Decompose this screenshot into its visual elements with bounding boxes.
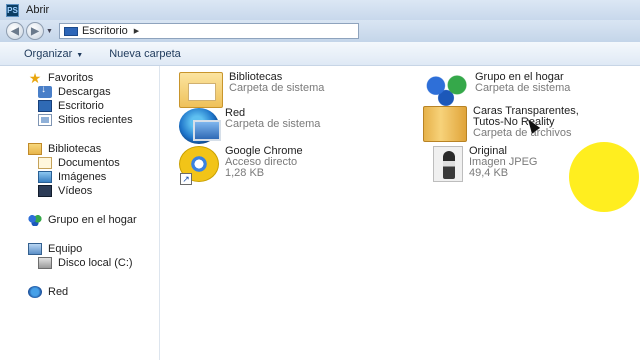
new-folder-button[interactable]: Nueva carpeta [103,45,187,63]
list-item[interactable]: Caras Transparentes, Tutos-No Reality Ca… [423,106,579,142]
item-type: Carpeta de sistema [225,118,321,130]
organize-label: Organizar [24,47,73,60]
library-icon [28,143,42,155]
chevron-down-icon: ▼ [76,51,84,59]
item-size: 49,4 KB [469,167,509,179]
documents-icon [38,157,52,169]
list-item[interactable]: Red Carpeta de sistema [179,108,320,144]
desktop-icon [38,100,52,112]
sidebar-item-label: Imágenes [58,171,107,183]
photoshop-icon: PS [6,3,19,17]
address-field[interactable]: Escritorio ▶ [58,23,359,39]
sidebar-item-label: Grupo en el hogar [48,214,137,226]
recent-pages-dropdown[interactable]: ▼ [46,28,53,35]
sidebar-item-label: Red [48,286,69,298]
sidebar-item-label: Descargas [58,86,111,98]
sidebar-item-favorites[interactable]: ★ Favoritos [28,70,94,86]
computer-icon [28,243,42,255]
list-item[interactable]: Original Imagen JPEG 49,4 KB [423,146,537,182]
sidebar-item-label: Escritorio [58,100,104,112]
chevron-right-icon[interactable]: ▶ [134,27,139,35]
forward-button[interactable]: ▶ [26,22,44,40]
desktop-folder-icon [63,26,78,36]
item-type: Carpeta de sistema [229,82,325,94]
star-icon: ★ [28,70,42,86]
sidebar-item-videos[interactable]: Vídeos [38,185,92,197]
window-title: Abrir [26,4,50,16]
item-type: Carpeta de sistema [475,82,571,94]
sidebar-item-label: Vídeos [58,185,93,197]
network-icon [179,108,221,144]
command-bar: Organizar ▼ Nueva carpeta [0,42,640,66]
list-item[interactable]: Grupo en el hogar Carpeta de sistema [423,72,570,108]
sidebar-item-label: Sitios recientes [58,114,133,126]
shortcut-arrow-icon: ↗ [180,173,192,185]
sidebar-item-label: Disco local (C:) [58,257,133,269]
sidebar-item-recent[interactable]: Sitios recientes [38,114,133,126]
back-button[interactable]: ◀ [6,22,24,40]
folder-icon [423,106,467,142]
homegroup-icon [423,72,469,108]
homegroup-icon [28,214,42,226]
hard-drive-icon [38,257,52,269]
title-bar: PS Abrir [0,0,640,20]
sidebar-item-computer[interactable]: Equipo [28,243,82,255]
sidebar-item-local-disk[interactable]: Disco local (C:) [38,257,133,269]
organize-button[interactable]: Organizar ▼ [18,45,89,63]
sidebar-item-network[interactable]: Red [28,286,68,298]
sidebar-item-desktop[interactable]: Escritorio [38,100,104,112]
network-icon [28,286,42,298]
sidebar-item-label: Bibliotecas [48,143,102,155]
sidebar-item-homegroup[interactable]: Grupo en el hogar [28,214,137,226]
sidebar-item-images[interactable]: Imágenes [38,171,106,183]
sidebar-item-label: Favoritos [48,72,94,84]
list-item[interactable]: ↗ Google Chrome Acceso directo 1,28 KB [179,146,303,185]
sidebar-item-documents[interactable]: Documentos [38,157,120,169]
file-list: Bibliotecas Carpeta de sistema Grupo en … [161,66,640,360]
item-type: Carpeta de archivos [473,127,572,139]
recent-places-icon [38,114,52,126]
downloads-icon [38,84,52,98]
cursor-highlight [569,142,639,212]
videos-icon [38,185,52,197]
chrome-icon: ↗ [179,146,219,185]
sidebar-item-label: Documentos [58,157,120,169]
address-bar: ◀ ▶ ▼ Escritorio ▶ [0,20,640,42]
address-location: Escritorio [81,25,128,37]
sidebar-item-downloads[interactable]: Descargas [38,84,111,98]
item-size: 1,28 KB [225,167,265,179]
sidebar-item-libraries[interactable]: Bibliotecas [28,143,101,155]
open-dialog: PS Abrir ◀ ▶ ▼ Escritorio ▶ Organizar ▼ N… [0,0,640,360]
library-icon [179,72,223,108]
images-icon [38,171,52,183]
navigation-pane: ★ Favoritos Descargas Escritorio Sitios r… [0,66,160,360]
list-item[interactable]: Bibliotecas Carpeta de sistema [179,72,324,108]
photo-icon [433,146,463,182]
sidebar-item-label: Equipo [48,243,83,255]
